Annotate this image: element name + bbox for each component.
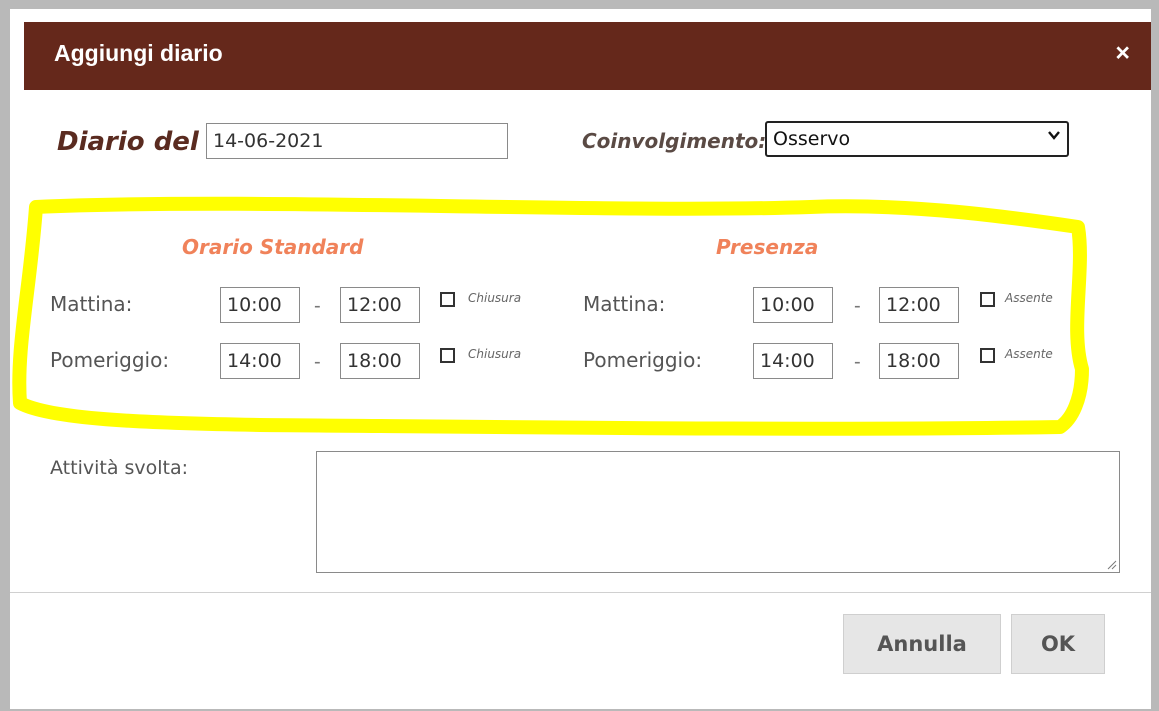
coinvolgimento-select[interactable]: Osservo — [765, 121, 1069, 157]
standard-mattina-chiusura-label: Chiusura — [468, 291, 522, 305]
presenza-mattina-to-input[interactable] — [879, 287, 959, 323]
time-range-separator: - — [314, 295, 321, 317]
time-range-separator: - — [314, 351, 321, 373]
time-range-separator: - — [854, 351, 861, 373]
presenza-mattina-assente-label: Assente — [1005, 291, 1053, 305]
presenza-pomeriggio-label: Pomeriggio: — [583, 348, 703, 372]
standard-pomeriggio-to-input[interactable] — [340, 343, 420, 379]
date-input[interactable] — [206, 123, 508, 159]
coinvolgimento-selected-value: Osservo — [773, 128, 851, 150]
resize-grip-icon[interactable] — [1105, 558, 1117, 570]
presenza-pomeriggio-assente-label: Assente — [1005, 347, 1053, 361]
presenza-mattina-from-input[interactable] — [753, 287, 833, 323]
close-icon[interactable]: × — [1115, 41, 1130, 66]
cancel-button[interactable]: Annulla — [843, 614, 1001, 674]
standard-pomeriggio-from-input[interactable] — [220, 343, 300, 379]
time-range-separator: - — [854, 295, 861, 317]
standard-pomeriggio-label: Pomeriggio: — [50, 348, 170, 372]
dialog-title: Aggiungi diario — [54, 40, 223, 66]
standard-mattina-to-input[interactable] — [340, 287, 420, 323]
ok-button[interactable]: OK — [1011, 614, 1105, 674]
presenza-pomeriggio-to-input[interactable] — [879, 343, 959, 379]
dialog-titlebar: Aggiungi diario × — [24, 22, 1151, 90]
presenza-mattina-label: Mattina: — [583, 292, 666, 316]
add-diary-dialog: Aggiungi diario × Diario del Coinvolgime… — [10, 9, 1151, 709]
footer-divider — [10, 592, 1151, 593]
attivita-svolta-label: Attività svolta: — [50, 457, 189, 479]
coinvolgimento-label: Coinvolgimento: — [582, 129, 767, 153]
standard-pomeriggio-chiusura-label: Chiusura — [468, 347, 522, 361]
diario-del-label: Diario del — [57, 127, 199, 157]
orario-standard-heading: Orario Standard — [182, 235, 364, 259]
standard-pomeriggio-chiusura-checkbox[interactable] — [440, 348, 455, 363]
attivita-svolta-textarea[interactable] — [316, 451, 1120, 573]
standard-mattina-chiusura-checkbox[interactable] — [440, 292, 455, 307]
presenza-heading: Presenza — [716, 235, 819, 259]
presenza-pomeriggio-from-input[interactable] — [753, 343, 833, 379]
presenza-pomeriggio-assente-checkbox[interactable] — [980, 348, 995, 363]
standard-mattina-label: Mattina: — [50, 292, 133, 316]
standard-mattina-from-input[interactable] — [220, 287, 300, 323]
chevron-down-icon — [1048, 131, 1060, 140]
presenza-mattina-assente-checkbox[interactable] — [980, 292, 995, 307]
